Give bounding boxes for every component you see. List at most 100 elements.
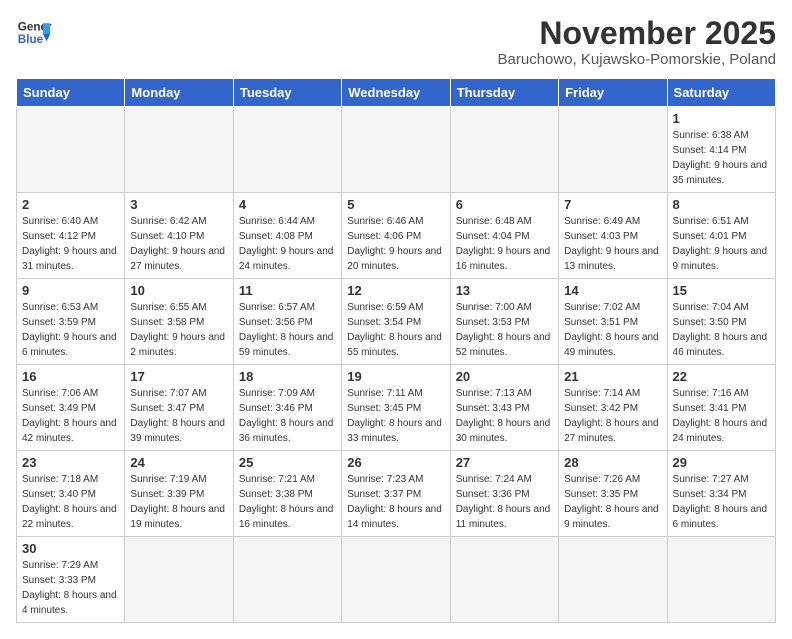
day-info: Sunrise: 6:42 AMSunset: 4:10 PMDaylight:… bbox=[130, 216, 225, 272]
day-info: Sunrise: 6:48 AMSunset: 4:04 PMDaylight:… bbox=[456, 216, 551, 272]
day-number: 9 bbox=[22, 283, 119, 298]
day-cell-2: 2 Sunrise: 6:40 AMSunset: 4:12 PMDayligh… bbox=[17, 193, 125, 279]
empty-cell bbox=[342, 107, 450, 193]
calendar-row: 23 Sunrise: 7:18 AMSunset: 3:40 PMDaylig… bbox=[17, 451, 776, 537]
day-cell-10: 10 Sunrise: 6:55 AMSunset: 3:58 PMDaylig… bbox=[125, 279, 233, 365]
empty-cell bbox=[125, 537, 233, 623]
day-info: Sunrise: 6:40 AMSunset: 4:12 PMDaylight:… bbox=[22, 216, 117, 272]
day-number: 16 bbox=[22, 369, 119, 384]
day-number: 5 bbox=[347, 197, 444, 212]
day-number: 22 bbox=[673, 369, 770, 384]
title-area: November 2025 Baruchowo, Kujawsko-Pomors… bbox=[498, 16, 776, 68]
day-info: Sunrise: 7:19 AMSunset: 3:39 PMDaylight:… bbox=[130, 474, 225, 530]
day-number: 24 bbox=[130, 455, 227, 470]
calendar-row: 30 Sunrise: 7:29 AMSunset: 3:33 PMDaylig… bbox=[17, 537, 776, 623]
day-info: Sunrise: 7:16 AMSunset: 3:41 PMDaylight:… bbox=[673, 388, 768, 444]
day-info: Sunrise: 7:09 AMSunset: 3:46 PMDaylight:… bbox=[239, 388, 334, 444]
col-tuesday: Tuesday bbox=[233, 79, 341, 107]
day-cell-27: 27 Sunrise: 7:24 AMSunset: 3:36 PMDaylig… bbox=[450, 451, 558, 537]
month-title: November 2025 bbox=[498, 16, 776, 51]
calendar-row: 2 Sunrise: 6:40 AMSunset: 4:12 PMDayligh… bbox=[17, 193, 776, 279]
day-cell-23: 23 Sunrise: 7:18 AMSunset: 3:40 PMDaylig… bbox=[17, 451, 125, 537]
day-number: 20 bbox=[456, 369, 553, 384]
day-info: Sunrise: 6:51 AMSunset: 4:01 PMDaylight:… bbox=[673, 216, 768, 272]
day-cell-19: 19 Sunrise: 7:11 AMSunset: 3:45 PMDaylig… bbox=[342, 365, 450, 451]
day-info: Sunrise: 7:02 AMSunset: 3:51 PMDaylight:… bbox=[564, 302, 659, 358]
location-title: Baruchowo, Kujawsko-Pomorskie, Poland bbox=[498, 51, 776, 68]
day-number: 18 bbox=[239, 369, 336, 384]
day-cell-1: 1 Sunrise: 6:38 AMSunset: 4:14 PMDayligh… bbox=[667, 107, 775, 193]
calendar-table: Sunday Monday Tuesday Wednesday Thursday… bbox=[16, 78, 776, 623]
day-cell-12: 12 Sunrise: 6:59 AMSunset: 3:54 PMDaylig… bbox=[342, 279, 450, 365]
day-info: Sunrise: 7:13 AMSunset: 3:43 PMDaylight:… bbox=[456, 388, 551, 444]
day-cell-9: 9 Sunrise: 6:53 AMSunset: 3:59 PMDayligh… bbox=[17, 279, 125, 365]
day-number: 28 bbox=[564, 455, 661, 470]
empty-cell bbox=[342, 537, 450, 623]
calendar-row: 1 Sunrise: 6:38 AMSunset: 4:14 PMDayligh… bbox=[17, 107, 776, 193]
logo: General Blue bbox=[16, 16, 52, 52]
day-info: Sunrise: 6:49 AMSunset: 4:03 PMDaylight:… bbox=[564, 216, 659, 272]
day-cell-22: 22 Sunrise: 7:16 AMSunset: 3:41 PMDaylig… bbox=[667, 365, 775, 451]
day-info: Sunrise: 7:23 AMSunset: 3:37 PMDaylight:… bbox=[347, 474, 442, 530]
day-number: 12 bbox=[347, 283, 444, 298]
col-friday: Friday bbox=[559, 79, 667, 107]
day-info: Sunrise: 6:46 AMSunset: 4:06 PMDaylight:… bbox=[347, 216, 442, 272]
day-number: 19 bbox=[347, 369, 444, 384]
day-number: 10 bbox=[130, 283, 227, 298]
day-cell-24: 24 Sunrise: 7:19 AMSunset: 3:39 PMDaylig… bbox=[125, 451, 233, 537]
day-cell-7: 7 Sunrise: 6:49 AMSunset: 4:03 PMDayligh… bbox=[559, 193, 667, 279]
day-number: 11 bbox=[239, 283, 336, 298]
day-cell-8: 8 Sunrise: 6:51 AMSunset: 4:01 PMDayligh… bbox=[667, 193, 775, 279]
day-info: Sunrise: 6:38 AMSunset: 4:14 PMDaylight:… bbox=[673, 130, 768, 186]
day-cell-21: 21 Sunrise: 7:14 AMSunset: 3:42 PMDaylig… bbox=[559, 365, 667, 451]
day-number: 2 bbox=[22, 197, 119, 212]
empty-cell bbox=[17, 107, 125, 193]
day-info: Sunrise: 6:57 AMSunset: 3:56 PMDaylight:… bbox=[239, 302, 334, 358]
day-info: Sunrise: 7:11 AMSunset: 3:45 PMDaylight:… bbox=[347, 388, 442, 444]
day-number: 21 bbox=[564, 369, 661, 384]
day-cell-18: 18 Sunrise: 7:09 AMSunset: 3:46 PMDaylig… bbox=[233, 365, 341, 451]
empty-cell bbox=[233, 107, 341, 193]
empty-cell bbox=[233, 537, 341, 623]
day-cell-17: 17 Sunrise: 7:07 AMSunset: 3:47 PMDaylig… bbox=[125, 365, 233, 451]
logo-icon: General Blue bbox=[16, 16, 52, 52]
day-number: 25 bbox=[239, 455, 336, 470]
day-info: Sunrise: 7:18 AMSunset: 3:40 PMDaylight:… bbox=[22, 474, 117, 530]
calendar-row: 9 Sunrise: 6:53 AMSunset: 3:59 PMDayligh… bbox=[17, 279, 776, 365]
day-number: 8 bbox=[673, 197, 770, 212]
day-cell-11: 11 Sunrise: 6:57 AMSunset: 3:56 PMDaylig… bbox=[233, 279, 341, 365]
day-cell-28: 28 Sunrise: 7:26 AMSunset: 3:35 PMDaylig… bbox=[559, 451, 667, 537]
day-cell-25: 25 Sunrise: 7:21 AMSunset: 3:38 PMDaylig… bbox=[233, 451, 341, 537]
day-info: Sunrise: 7:24 AMSunset: 3:36 PMDaylight:… bbox=[456, 474, 551, 530]
empty-cell bbox=[667, 537, 775, 623]
day-cell-26: 26 Sunrise: 7:23 AMSunset: 3:37 PMDaylig… bbox=[342, 451, 450, 537]
day-number: 30 bbox=[22, 541, 119, 556]
day-info: Sunrise: 7:04 AMSunset: 3:50 PMDaylight:… bbox=[673, 302, 768, 358]
page-header: General Blue November 2025 Baruchowo, Ku… bbox=[16, 16, 776, 68]
day-info: Sunrise: 7:29 AMSunset: 3:33 PMDaylight:… bbox=[22, 560, 117, 616]
day-info: Sunrise: 7:27 AMSunset: 3:34 PMDaylight:… bbox=[673, 474, 768, 530]
day-info: Sunrise: 7:07 AMSunset: 3:47 PMDaylight:… bbox=[130, 388, 225, 444]
day-cell-5: 5 Sunrise: 6:46 AMSunset: 4:06 PMDayligh… bbox=[342, 193, 450, 279]
day-cell-3: 3 Sunrise: 6:42 AMSunset: 4:10 PMDayligh… bbox=[125, 193, 233, 279]
day-cell-14: 14 Sunrise: 7:02 AMSunset: 3:51 PMDaylig… bbox=[559, 279, 667, 365]
day-info: Sunrise: 7:26 AMSunset: 3:35 PMDaylight:… bbox=[564, 474, 659, 530]
day-cell-29: 29 Sunrise: 7:27 AMSunset: 3:34 PMDaylig… bbox=[667, 451, 775, 537]
day-info: Sunrise: 7:14 AMSunset: 3:42 PMDaylight:… bbox=[564, 388, 659, 444]
day-cell-30: 30 Sunrise: 7:29 AMSunset: 3:33 PMDaylig… bbox=[17, 537, 125, 623]
day-info: Sunrise: 7:21 AMSunset: 3:38 PMDaylight:… bbox=[239, 474, 334, 530]
col-sunday: Sunday bbox=[17, 79, 125, 107]
day-number: 29 bbox=[673, 455, 770, 470]
day-cell-13: 13 Sunrise: 7:00 AMSunset: 3:53 PMDaylig… bbox=[450, 279, 558, 365]
day-cell-4: 4 Sunrise: 6:44 AMSunset: 4:08 PMDayligh… bbox=[233, 193, 341, 279]
day-number: 27 bbox=[456, 455, 553, 470]
day-number: 7 bbox=[564, 197, 661, 212]
day-number: 14 bbox=[564, 283, 661, 298]
day-cell-6: 6 Sunrise: 6:48 AMSunset: 4:04 PMDayligh… bbox=[450, 193, 558, 279]
day-cell-15: 15 Sunrise: 7:04 AMSunset: 3:50 PMDaylig… bbox=[667, 279, 775, 365]
day-info: Sunrise: 6:59 AMSunset: 3:54 PMDaylight:… bbox=[347, 302, 442, 358]
day-cell-16: 16 Sunrise: 7:06 AMSunset: 3:49 PMDaylig… bbox=[17, 365, 125, 451]
day-number: 26 bbox=[347, 455, 444, 470]
day-info: Sunrise: 6:53 AMSunset: 3:59 PMDaylight:… bbox=[22, 302, 117, 358]
col-wednesday: Wednesday bbox=[342, 79, 450, 107]
